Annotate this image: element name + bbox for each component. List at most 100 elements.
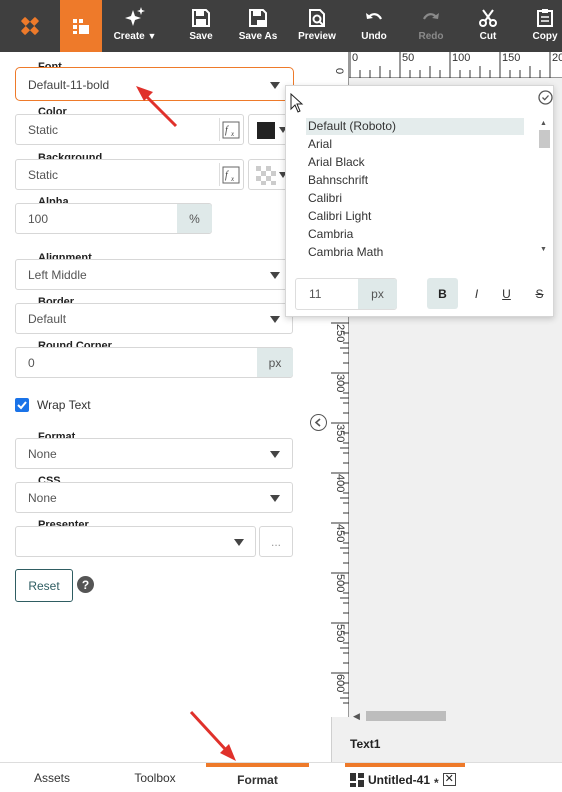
presenter-more-label: ...	[270, 534, 281, 549]
ruler-label: 0	[352, 52, 359, 64]
chevron-down-icon: ▼	[147, 31, 157, 41]
format-panel: Font Default-11-bold Color Static fx Bac…	[0, 52, 331, 762]
chevron-down-icon	[270, 451, 280, 458]
background-mode-select[interactable]: Static fx	[15, 159, 244, 190]
font-option[interactable]: Default (Roboto)	[306, 118, 524, 135]
wrap-text-label: Wrap Text	[37, 398, 91, 412]
document-tab[interactable]: Untitled-41 * ✕	[345, 763, 465, 792]
border-select[interactable]: Default	[15, 303, 293, 334]
font-option[interactable]: Cambria Math	[306, 244, 383, 261]
scrollbar-thumb[interactable]	[366, 711, 446, 721]
wrap-text-checkbox[interactable]	[15, 398, 29, 412]
create-button[interactable]: Create ▼	[108, 0, 162, 52]
document-tab-bar: Untitled-41 * ✕	[331, 762, 562, 791]
ruler-label: 500	[334, 574, 346, 593]
save-as-button[interactable]: Save As	[234, 0, 282, 52]
close-icon[interactable]: ✕	[442, 773, 456, 786]
italic-toggle[interactable]: I	[461, 278, 492, 309]
ruler-label: 450	[334, 524, 346, 543]
undo-icon	[366, 13, 382, 20]
background-picker[interactable]	[248, 159, 288, 190]
ruler-label: 600	[334, 674, 346, 693]
help-glyph: ?	[81, 577, 90, 592]
bottom-tab-bar: Assets Toolbox Format	[0, 762, 331, 791]
font-option[interactable]: Calibri Light	[306, 208, 371, 225]
horizontal-scrollbar[interactable]: ◀	[349, 709, 562, 723]
background-mode-value: Static	[28, 168, 59, 182]
redo-label: Redo	[418, 31, 444, 42]
underline-toggle[interactable]: U	[491, 278, 522, 309]
tab-format[interactable]: Format	[206, 763, 309, 792]
presenter-select[interactable]	[15, 526, 256, 557]
alpha-input[interactable]: 100 %	[15, 203, 212, 234]
ruler-label: 550	[334, 624, 346, 643]
tab-format-label: Format	[237, 772, 278, 787]
help-icon[interactable]: ?	[77, 576, 94, 593]
ruler-label: 20	[552, 52, 562, 64]
checkmark-icon	[17, 401, 27, 410]
alignment-select[interactable]: Left Middle	[15, 259, 293, 290]
format-select[interactable]: None	[15, 438, 293, 469]
scissors-icon	[479, 9, 497, 27]
alpha-unit: %	[177, 204, 212, 233]
save-button[interactable]: Save	[180, 0, 222, 52]
fx-icon[interactable]: fx	[219, 118, 241, 141]
document-grid-icon	[350, 772, 364, 787]
reset-button[interactable]: Reset	[15, 569, 73, 602]
css-value: None	[28, 491, 57, 505]
save-as-label: Save As	[238, 31, 278, 42]
bold-label: B	[438, 286, 447, 301]
font-list: Default (Roboto) Arial Arial Black Bahns…	[286, 118, 555, 261]
redo-button[interactable]: Redo	[411, 0, 451, 52]
collapse-panel-button[interactable]	[310, 414, 327, 431]
save-as-icon	[249, 9, 267, 27]
scroll-left-icon[interactable]: ◀	[353, 711, 360, 722]
horizontal-ruler: 0 50 100 150 20	[331, 52, 562, 78]
app-logo[interactable]	[0, 0, 60, 52]
scroll-down-icon[interactable]: ▼	[540, 246, 547, 253]
underline-label: U	[502, 286, 511, 301]
tab-assets[interactable]: Assets	[0, 763, 104, 792]
css-select[interactable]: None	[15, 482, 293, 513]
confirm-check-icon[interactable]	[538, 90, 553, 108]
copy-label: Copy	[532, 31, 558, 42]
preview-icon	[309, 9, 325, 27]
format-value: None	[28, 447, 57, 461]
ruler-label: 150	[502, 52, 521, 64]
font-select[interactable]: Default-11-bold	[15, 67, 294, 101]
preview-button[interactable]: Preview	[294, 0, 340, 52]
tab-toolbox[interactable]: Toolbox	[104, 763, 206, 792]
presenter-more-button[interactable]: ...	[259, 526, 293, 557]
redo-icon	[423, 13, 439, 20]
font-option[interactable]: Arial	[306, 136, 332, 153]
strikethrough-toggle[interactable]: S	[524, 278, 555, 309]
strikethrough-label: S	[535, 286, 544, 301]
fx-icon[interactable]: fx	[219, 163, 241, 186]
scroll-up-icon[interactable]: ▲	[540, 120, 547, 127]
font-option[interactable]: Cambria	[306, 226, 353, 243]
color-picker[interactable]	[248, 114, 288, 145]
color-swatch	[257, 122, 275, 139]
font-list-scrollbar[interactable]: ▲ ▼	[537, 120, 551, 258]
copy-icon	[537, 9, 553, 27]
bold-toggle[interactable]: B	[427, 278, 458, 309]
undo-button[interactable]: Undo	[354, 0, 394, 52]
font-select-value: Default-11-bold	[28, 78, 110, 92]
font-option[interactable]: Arial Black	[306, 154, 365, 171]
create-label: Create	[113, 31, 145, 42]
color-mode-select[interactable]: Static fx	[15, 114, 244, 145]
color-mode-value: Static	[28, 123, 59, 137]
font-dropdown-popup: Default (Roboto) Arial Arial Black Bahns…	[285, 85, 554, 317]
ruler-label: 300	[334, 374, 346, 393]
app-switch-button[interactable]	[60, 0, 102, 52]
save-icon	[192, 9, 210, 27]
font-option[interactable]: Bahnschrift	[306, 172, 368, 189]
cut-button[interactable]: Cut	[470, 0, 506, 52]
italic-label: I	[474, 286, 479, 301]
font-size-input[interactable]: 11 px	[295, 278, 397, 310]
scrollbar-thumb[interactable]	[539, 130, 550, 148]
round-corner-input[interactable]: 0 px	[15, 347, 293, 378]
copy-button[interactable]: Copy	[528, 0, 562, 52]
tab-assets-label: Assets	[33, 770, 70, 785]
font-option[interactable]: Calibri	[306, 190, 342, 207]
